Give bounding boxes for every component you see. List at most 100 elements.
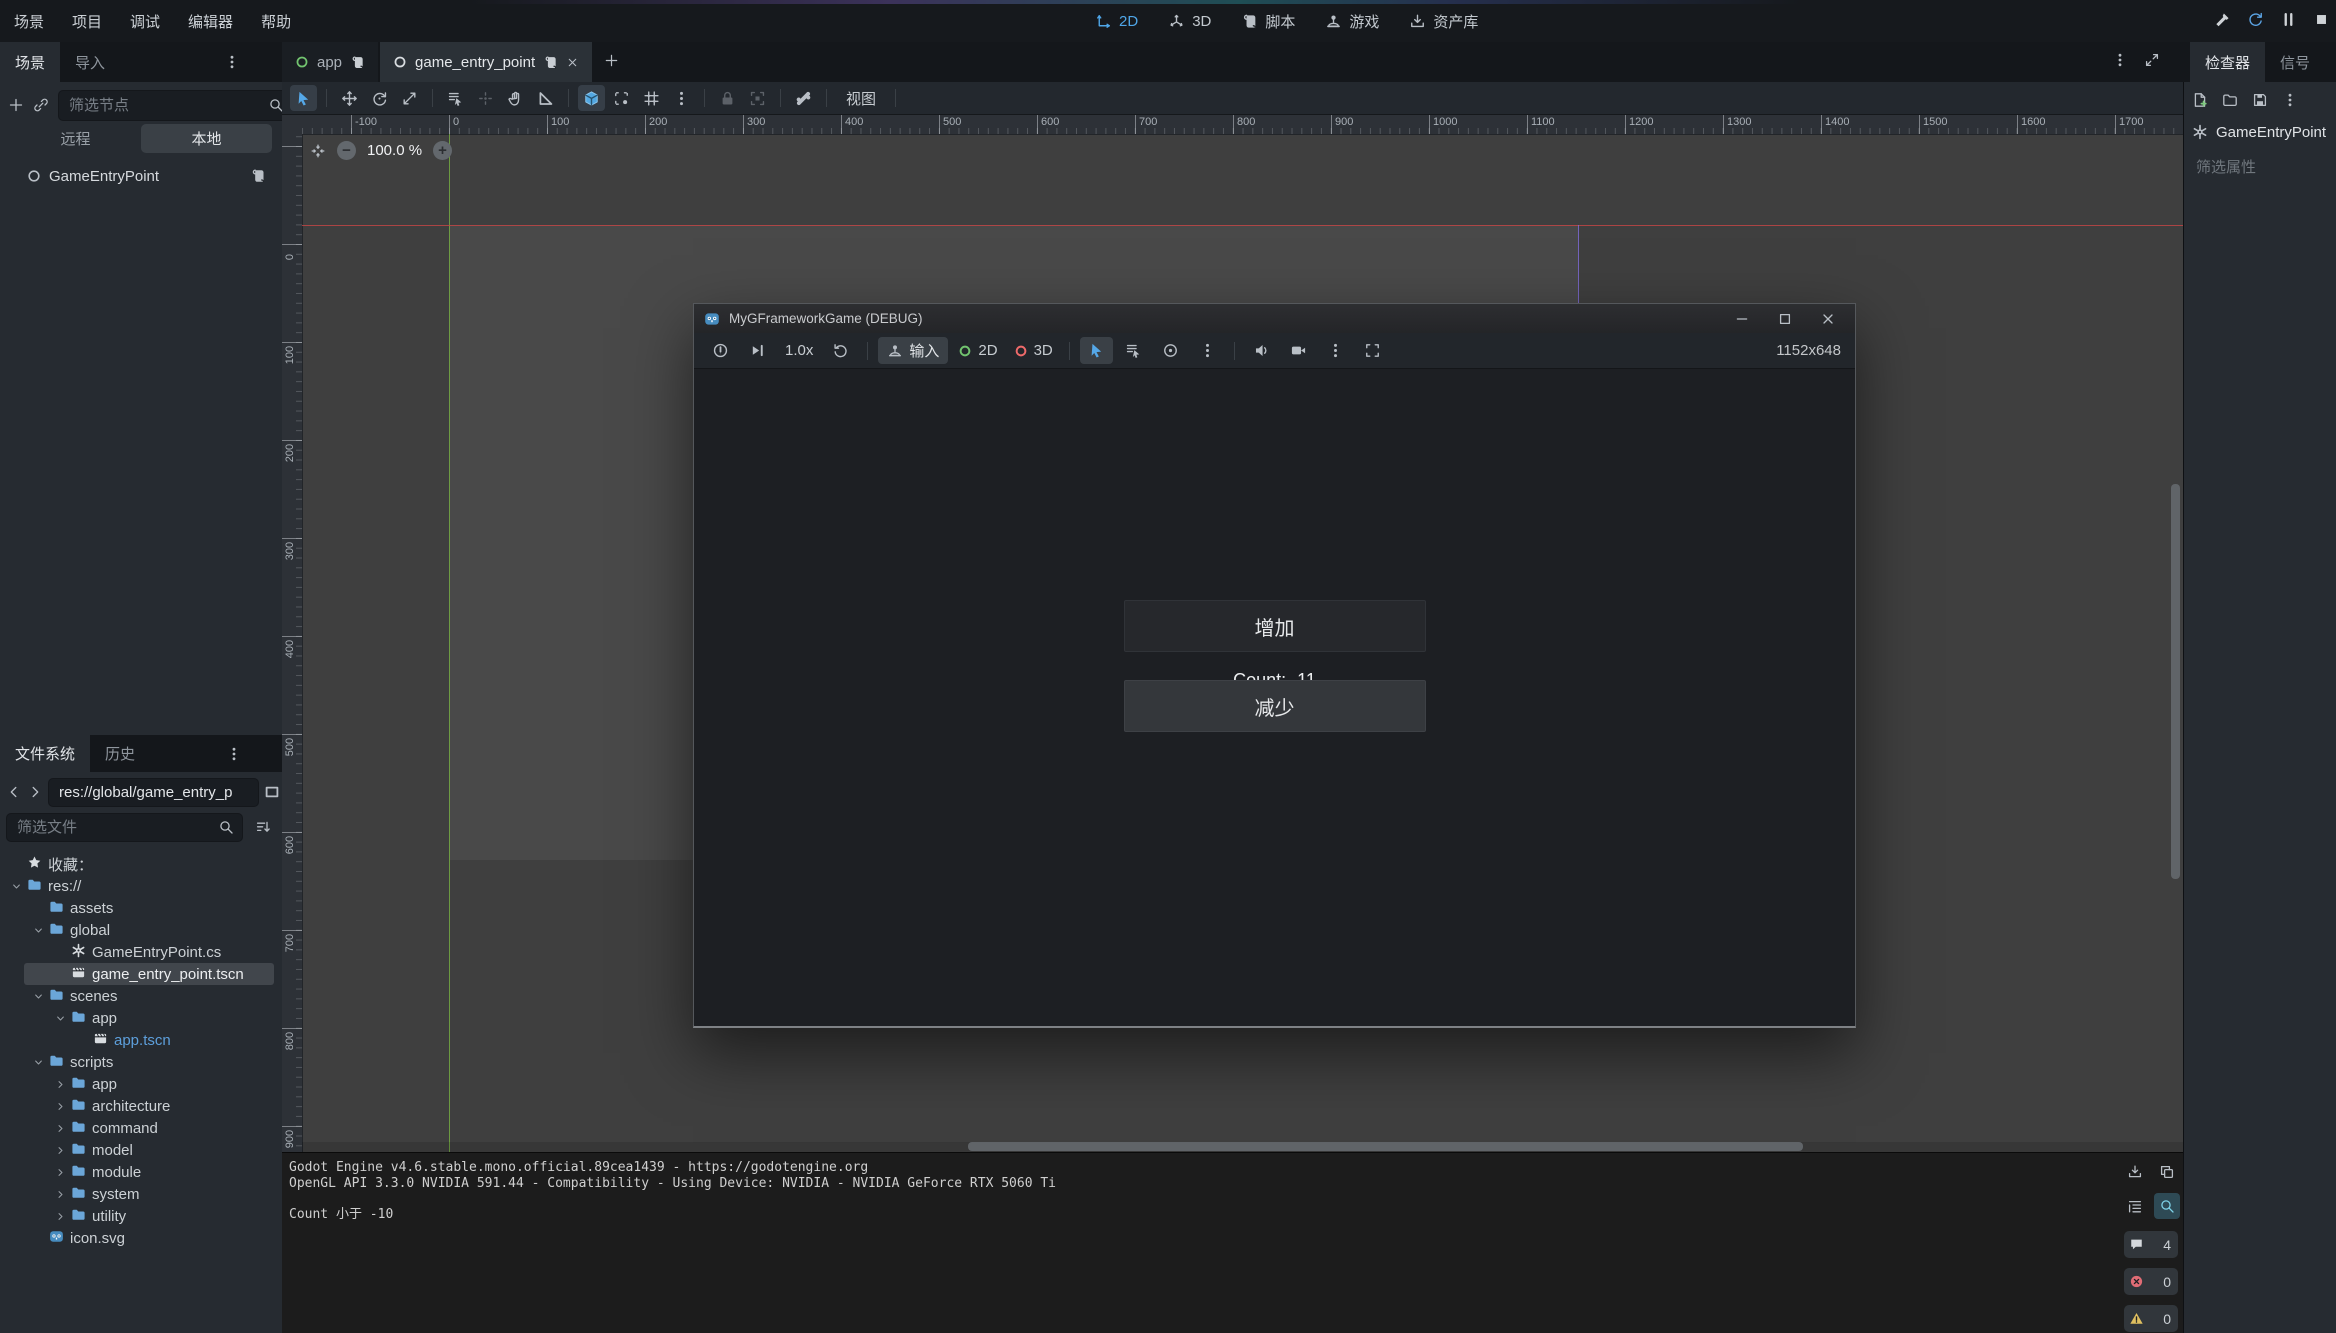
mode-2d-button[interactable]: 2D (952, 337, 1003, 364)
file-tree-item-scripts[interactable]: scripts (0, 1051, 282, 1073)
menu-dots-button[interactable] (668, 85, 695, 111)
file-tree-item-utility[interactable]: utility (0, 1205, 282, 1227)
select-tool-button[interactable] (290, 85, 317, 111)
warnings-filter-badge[interactable]: 0 (2124, 1305, 2178, 1332)
file-tree-item-global[interactable]: global (0, 919, 282, 941)
file-tree-item-GameEntryPoint.cs[interactable]: GameEntryPoint.cs (0, 941, 282, 963)
file-tree-item-architecture[interactable]: architecture (0, 1095, 282, 1117)
menu-3[interactable]: 编辑器 (174, 0, 247, 42)
file-tree-item-app.tscn[interactable]: app.tscn (0, 1029, 282, 1051)
filter-properties-input[interactable]: 筛选属性 (2196, 156, 2256, 177)
distraction-free-button[interactable] (2144, 52, 2160, 72)
copy-output-button[interactable] (2154, 1159, 2180, 1185)
file-tree-item-[interactable]: 收藏： (0, 853, 282, 875)
messages-filter-badge[interactable]: 4 (2124, 1231, 2178, 1258)
close-icon[interactable] (566, 56, 579, 69)
tab-history[interactable]: 历史 (90, 735, 150, 772)
snap-toggle-button[interactable] (578, 85, 605, 111)
menu-dots-button[interactable] (1191, 337, 1224, 364)
new-resource-icon[interactable] (2192, 92, 2208, 108)
mode-3d-button[interactable]: 3D (1008, 337, 1059, 364)
file-tree-item-module[interactable]: module (0, 1161, 282, 1183)
session-stop-button[interactable] (2313, 11, 2330, 32)
file-tree-item-system[interactable]: system (0, 1183, 282, 1205)
file-tree-item-model[interactable]: model (0, 1139, 282, 1161)
chevron-down-icon[interactable] (32, 1056, 45, 1069)
file-tree-item-icon.svg[interactable]: icon.svg (0, 1227, 282, 1249)
chevron-right-icon[interactable] (54, 1210, 67, 1223)
list-select-tool-button[interactable] (442, 85, 469, 111)
zoom-percent[interactable]: 100.0 % (367, 142, 422, 159)
suspend-button[interactable] (704, 337, 737, 364)
chevron-down-icon[interactable] (54, 1012, 67, 1025)
file-tree-item-scenes[interactable]: scenes (0, 985, 282, 1007)
script-scroll-icon[interactable] (350, 55, 365, 70)
pan-tool-button[interactable] (502, 85, 529, 111)
instance-scene-button[interactable] (33, 92, 49, 118)
center-view-icon[interactable] (310, 143, 326, 159)
filesystem-menu-button[interactable] (220, 741, 247, 767)
tab-filesystem[interactable]: 文件系统 (0, 735, 90, 772)
filter-nodes-input[interactable] (59, 97, 268, 114)
clear-output-button[interactable] (2122, 1159, 2148, 1185)
workspace-游戏[interactable]: 游戏 (1315, 6, 1389, 36)
pixel-snap-tool-button[interactable] (472, 85, 499, 111)
file-tree-item-assets[interactable]: assets (0, 897, 282, 919)
menu-0[interactable]: 场景 (0, 0, 58, 42)
menu-dots-button[interactable] (1319, 337, 1352, 364)
speed-button[interactable]: 1.0x (778, 342, 820, 359)
collapse-duplicates-button[interactable] (2122, 1193, 2148, 1219)
inspector-node-header[interactable]: GameEntryPoint (2192, 120, 2332, 144)
file-tree-item-res[interactable]: res:// (0, 875, 282, 897)
split-mode-button[interactable] (264, 779, 280, 805)
chevron-down-icon[interactable] (32, 924, 45, 937)
chevron-right-icon[interactable] (54, 1188, 67, 1201)
chevron-right-icon[interactable] (54, 1122, 67, 1135)
grid-snap-tool-button[interactable] (638, 85, 665, 111)
ruler-tool-button[interactable] (532, 85, 559, 111)
path-input[interactable] (49, 784, 258, 801)
tab-signals[interactable]: 信号 (2265, 42, 2325, 82)
scene-tab-app[interactable]: app (282, 42, 378, 82)
next-frame-button[interactable] (741, 337, 774, 364)
list-select-tool-button[interactable] (1117, 337, 1150, 364)
script-icon[interactable] (250, 168, 282, 184)
chevron-right-icon[interactable] (54, 1144, 67, 1157)
search-output-button[interactable] (2154, 1193, 2180, 1219)
chevron-down-icon[interactable] (10, 880, 23, 893)
tab-import-dock[interactable]: 导入 (60, 42, 120, 82)
menu-4[interactable]: 帮助 (247, 0, 305, 42)
lock-tool-button[interactable] (714, 85, 741, 111)
dots-icon[interactable] (2282, 92, 2298, 108)
focus-dot-button[interactable] (1154, 337, 1187, 364)
errors-filter-badge[interactable]: 0 (2124, 1268, 2178, 1295)
bone-tool-button[interactable] (790, 85, 817, 111)
game-window-titlebar[interactable]: MyGFrameworkGame (DEBUG) (694, 304, 1855, 333)
maximize-button[interactable] (1768, 304, 1802, 333)
forward-icon[interactable] (27, 784, 43, 800)
h-scrollbar[interactable] (968, 1142, 1803, 1151)
rotate-tool-button[interactable] (366, 85, 393, 111)
reset-speed-button[interactable] (824, 337, 857, 364)
chevron-right-icon[interactable] (54, 1166, 67, 1179)
increase-button[interactable]: 增加 (1124, 600, 1426, 652)
scene-dock-menu-button[interactable] (218, 49, 245, 75)
camera-button[interactable] (1282, 337, 1315, 364)
zoom-out-button[interactable]: − (337, 141, 356, 160)
remote-button[interactable]: 远程 (10, 124, 141, 153)
file-tree-item-app[interactable]: app (0, 1073, 282, 1095)
local-button[interactable]: 本地 (141, 124, 272, 153)
tab-scene-dock[interactable]: 场景 (0, 42, 60, 82)
menu-2[interactable]: 调试 (116, 0, 174, 42)
workspace-脚本[interactable]: 脚本 (1231, 6, 1305, 36)
chevron-down-icon[interactable] (32, 990, 45, 1003)
decrease-button[interactable]: 减少 (1124, 680, 1426, 732)
minimize-button[interactable] (1725, 304, 1759, 333)
group-tool-button[interactable] (744, 85, 771, 111)
speaker-button[interactable] (1245, 337, 1278, 364)
filter-files-input[interactable] (7, 819, 218, 836)
input-mode-button[interactable]: 输入 (878, 337, 948, 364)
add-node-button[interactable] (8, 92, 24, 118)
scene-tab-game_entry_point[interactable]: game_entry_point (380, 42, 592, 82)
chevron-right-icon[interactable] (54, 1078, 67, 1091)
